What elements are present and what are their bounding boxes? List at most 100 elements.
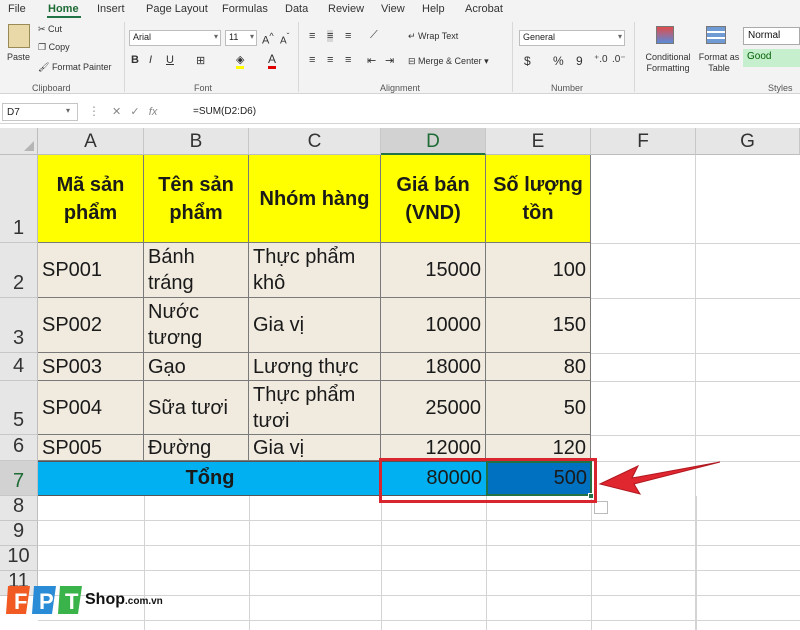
cell-a4[interactable]: SP003 <box>38 353 144 381</box>
fill-color-icon[interactable]: ◈ <box>236 53 245 69</box>
format-as-table-icon[interactable] <box>706 26 726 44</box>
row-header-2[interactable]: 2 <box>0 243 38 298</box>
cell-d5[interactable]: 25000 <box>381 381 486 435</box>
cell-b6[interactable]: Đường <box>144 435 249 461</box>
tab-formulas[interactable]: Formulas <box>222 3 268 15</box>
cell-b3[interactable]: Nước tương <box>144 298 249 353</box>
align-middle-icon[interactable]: ≡ <box>327 30 334 42</box>
cell-e3[interactable]: 150 <box>486 298 591 353</box>
cell-b4[interactable]: Gạo <box>144 353 249 381</box>
cut-button[interactable]: ✂ Cut <box>38 24 62 35</box>
font-size-select[interactable]: 11 ▾ <box>225 30 257 46</box>
italic-button[interactable]: I <box>149 54 152 66</box>
copy-button[interactable]: ❐ Copy <box>38 42 70 53</box>
cell-e1[interactable]: Số lượng tồn <box>486 155 591 243</box>
cell-a5[interactable]: SP004 <box>38 381 144 435</box>
cell-c3[interactable]: Gia vị <box>249 298 381 353</box>
bold-button[interactable]: B <box>131 54 139 66</box>
column-header-f[interactable]: F <box>591 128 696 155</box>
column-header-g[interactable]: G <box>696 128 800 155</box>
merge-center-button[interactable]: ⊟ Merge & Center ▾ <box>408 56 489 67</box>
cell-d4[interactable]: 18000 <box>381 353 486 381</box>
percent-button[interactable]: % <box>553 54 564 68</box>
row-header-10[interactable]: 10 <box>0 545 38 571</box>
fx-icon[interactable]: fx <box>149 106 158 118</box>
tab-home[interactable]: Home <box>48 3 79 15</box>
cell-b5[interactable]: Sữa tươi <box>144 381 249 435</box>
row-header-8[interactable]: 8 <box>0 495 38 521</box>
currency-button[interactable]: $ <box>524 54 531 68</box>
number-format-select[interactable]: General ▾ <box>519 30 625 46</box>
enter-icon[interactable]: ✓ <box>130 106 139 118</box>
row-header-5[interactable]: 5 <box>0 381 38 435</box>
format-painter-button[interactable]: 🖌 Format Painter <box>38 62 111 73</box>
paste-icon[interactable] <box>8 24 30 48</box>
row-header-4[interactable]: 4 <box>0 353 38 381</box>
shrink-font-icon[interactable]: Aˇ <box>280 31 289 46</box>
tab-file[interactable]: File <box>8 3 26 15</box>
tab-insert[interactable]: Insert <box>97 3 125 15</box>
orientation-icon[interactable]: ⟋ <box>370 29 378 42</box>
cell-c2[interactable]: Thực phẩm khô <box>249 243 381 298</box>
tab-data[interactable]: Data <box>285 3 308 15</box>
align-bottom-icon[interactable]: ≡ <box>345 30 351 42</box>
formula-input[interactable]: =SUM(D2:D6) <box>193 106 256 117</box>
align-center-icon[interactable]: ≡ <box>327 54 333 66</box>
cell-c1[interactable]: Nhóm hàng <box>249 155 381 243</box>
borders-icon[interactable]: ⊞ <box>196 54 205 67</box>
conditional-formatting-button[interactable]: Conditional Formatting <box>641 52 695 74</box>
cell-b1[interactable]: Tên sản phẩm <box>144 155 249 243</box>
cell-d2[interactable]: 15000 <box>381 243 486 298</box>
align-left-icon[interactable]: ≡ <box>309 54 315 66</box>
style-normal[interactable]: Normal <box>743 27 800 45</box>
column-header-e[interactable]: E <box>486 128 591 155</box>
chevron-down-icon[interactable]: ▾ <box>66 106 70 115</box>
select-all-button[interactable] <box>0 128 38 155</box>
column-header-d[interactable]: D <box>381 128 486 155</box>
indent-increase-icon[interactable]: ⇥ <box>385 54 394 67</box>
cancel-icon[interactable]: ✕ <box>112 106 121 118</box>
cell-c5[interactable]: Thực phẩm tươi <box>249 381 381 435</box>
tab-acrobat[interactable]: Acrobat <box>465 3 503 15</box>
cell-c6[interactable]: Gia vị <box>249 435 381 461</box>
row-header-6[interactable]: 6 <box>0 435 38 461</box>
decrease-decimal-icon[interactable]: .0⁻ <box>612 54 626 65</box>
tab-help[interactable]: Help <box>422 3 445 15</box>
column-header-b[interactable]: B <box>144 128 249 155</box>
cell-e4[interactable]: 80 <box>486 353 591 381</box>
tab-review[interactable]: Review <box>328 3 364 15</box>
row-header-9[interactable]: 9 <box>0 520 38 546</box>
cell-e5[interactable]: 50 <box>486 381 591 435</box>
indent-decrease-icon[interactable]: ⇤ <box>367 54 376 67</box>
row-header-3[interactable]: 3 <box>0 298 38 353</box>
cell-a2[interactable]: SP001 <box>38 243 144 298</box>
increase-decimal-icon[interactable]: ⁺.0 <box>594 54 608 65</box>
tab-view[interactable]: View <box>381 3 405 15</box>
cell-b2[interactable]: Bánh tráng <box>144 243 249 298</box>
cell-a1[interactable]: Mã sản phẩm <box>38 155 144 243</box>
column-header-a[interactable]: A <box>38 128 144 155</box>
conditional-formatting-icon[interactable] <box>656 26 674 44</box>
merged-cell-a7-c7[interactable]: Tổng <box>39 461 381 496</box>
grow-font-icon[interactable]: A^ <box>262 31 274 47</box>
font-name-select[interactable]: Arial ▾ <box>129 30 221 46</box>
underline-button[interactable]: U <box>166 54 174 66</box>
column-header-c[interactable]: C <box>249 128 381 155</box>
cell-d3[interactable]: 10000 <box>381 298 486 353</box>
cell-d1[interactable]: Giá bán (VND) <box>381 155 486 243</box>
style-good[interactable]: Good <box>743 49 800 67</box>
row-header-7[interactable]: 7 <box>0 461 38 496</box>
cell-c4[interactable]: Lương thực <box>249 353 381 381</box>
font-color-icon[interactable]: A <box>268 52 277 69</box>
row-header-1[interactable]: 1 <box>0 155 38 243</box>
align-right-icon[interactable]: ≡ <box>345 54 351 66</box>
wrap-text-button[interactable]: ↵ Wrap Text <box>408 31 458 42</box>
cell-a6[interactable]: SP005 <box>38 435 144 461</box>
cell-e2[interactable]: 100 <box>486 243 591 298</box>
align-top-icon[interactable]: ≡ <box>309 30 315 42</box>
format-as-table-button[interactable]: Format as Table <box>698 52 740 74</box>
cell-a3[interactable]: SP002 <box>38 298 144 353</box>
tab-page-layout[interactable]: Page Layout <box>146 3 208 15</box>
paste-button[interactable]: Paste <box>7 52 30 62</box>
comma-style-button[interactable]: 9 <box>576 54 583 68</box>
